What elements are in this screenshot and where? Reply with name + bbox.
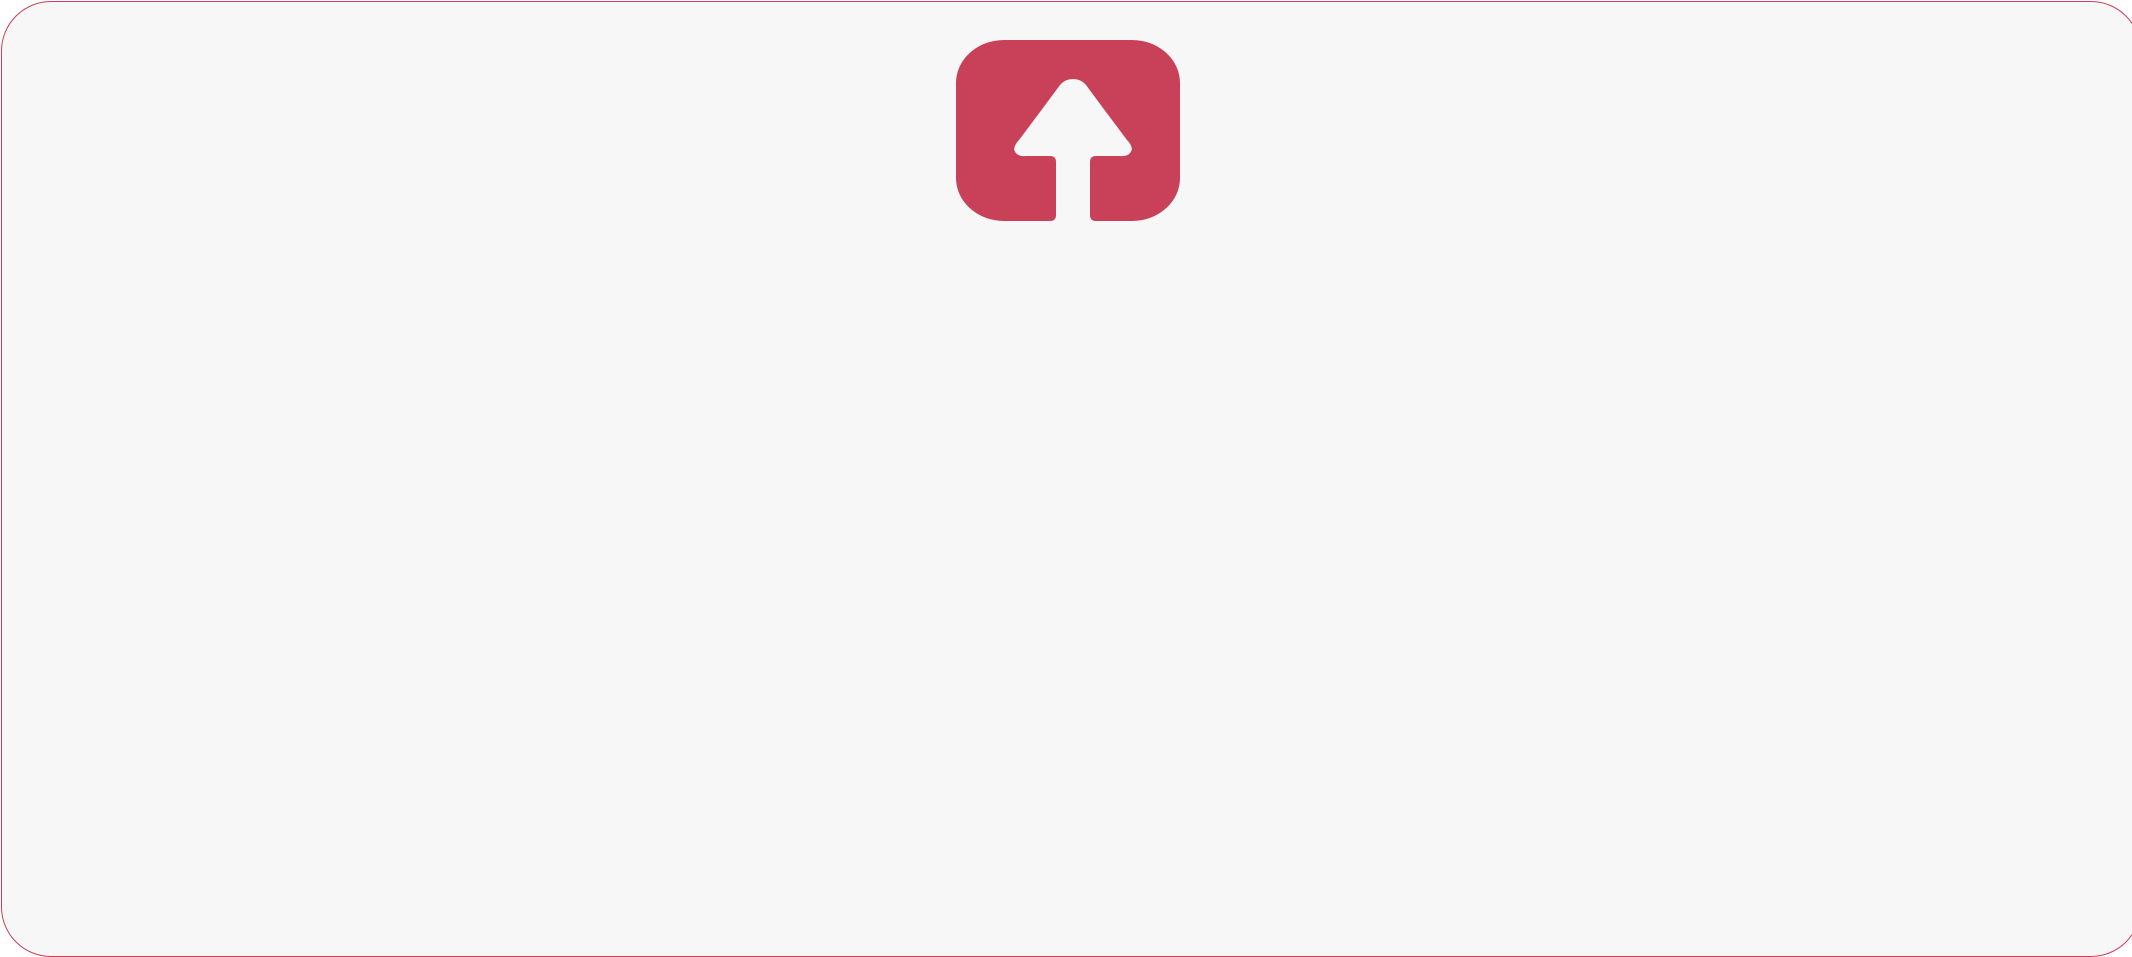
upload-drop-zone[interactable]: [1, 1, 2132, 957]
upload-arrow-icon[interactable]: [956, 39, 1181, 222]
